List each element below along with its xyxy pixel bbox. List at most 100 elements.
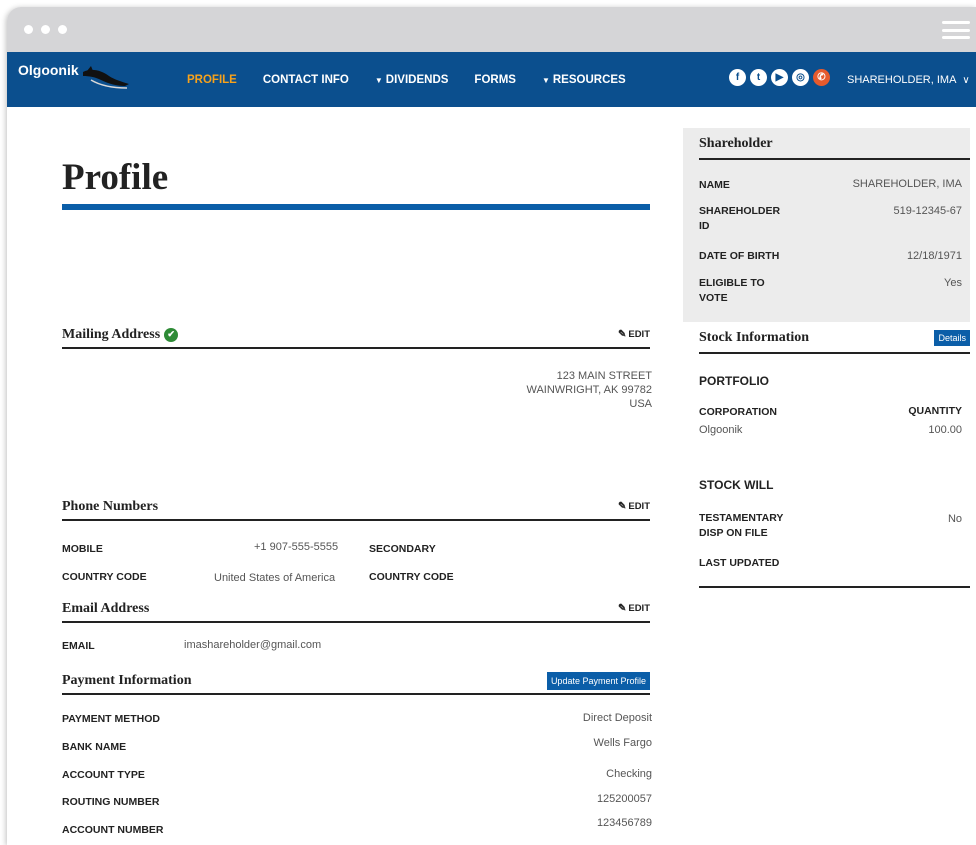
corporation-value: Olgoonik (699, 424, 743, 436)
details-button[interactable]: Details (934, 330, 970, 346)
user-menu[interactable]: SHAREHOLDER, IMA ∨ (847, 74, 970, 86)
shareholder-title: Shareholder (699, 136, 773, 151)
caret-down-icon: ▼ (541, 76, 550, 85)
edit-icon: ✎ (617, 329, 627, 340)
edit-icon: ✎ (617, 603, 627, 614)
address-line-3: USA (629, 398, 652, 410)
country-code-label-2: COUNTRY CODE (369, 571, 454, 583)
caret-down-icon: ▼ (374, 76, 383, 85)
edit-icon: ✎ (617, 501, 627, 512)
browser-window: Olgoonik PROFILE CONTACT INFO ▼ DIVIDENDS… (7, 7, 976, 845)
quantity-value: 100.00 (928, 424, 962, 436)
shareholder-id-label-line1: SHAREHOLDER (699, 205, 781, 217)
edit-mailing-button[interactable]: ✎ EDIT (618, 329, 650, 340)
chevron-down-icon: ∨ (962, 75, 970, 86)
bank-name-label: BANK NAME (62, 741, 127, 753)
secondary-label: SECONDARY (369, 543, 436, 555)
social-links: f t ▶ ◎ ✆ (729, 69, 830, 86)
instagram-icon[interactable]: ◎ (792, 69, 809, 86)
facebook-icon[interactable]: f (729, 69, 746, 86)
routing-number-label: ROUTING NUMBER (62, 796, 160, 808)
shareholder-id-label-line2: ID (699, 220, 710, 232)
window-controls (24, 25, 67, 34)
nav-contact-info[interactable]: CONTACT INFO (263, 74, 349, 86)
twitter-icon[interactable]: t (750, 69, 767, 86)
maximize-window-dot[interactable] (58, 25, 67, 34)
mailing-address-title-text: Mailing Address (62, 327, 161, 342)
testamentary-label-line1: TESTAMENTARY (699, 512, 784, 524)
verified-check-icon: ✔ (164, 327, 179, 342)
mailing-address-block: 123 MAIN STREET WAINWRIGHT, AK 99782 USA (526, 369, 652, 411)
title-bar (7, 7, 976, 52)
payment-information-header: Payment Information Update Payment Profi… (62, 669, 650, 695)
country-code-value: United States of America (214, 572, 336, 584)
payment-method-label: PAYMENT METHOD (62, 713, 161, 725)
mailing-address-title: Mailing Address ✔ (62, 327, 179, 343)
nav-dividends[interactable]: ▼ DIVIDENDS (375, 74, 449, 86)
quantity-label: QUANTITY (908, 405, 962, 417)
stock-information-header: Stock Information Details (699, 324, 970, 354)
name-value: SHAREHOLDER, IMA (852, 178, 962, 190)
edit-email-label: EDIT (628, 603, 650, 614)
stock-will-heading: STOCK WILL (699, 478, 774, 492)
corporation-label: CORPORATION (699, 406, 777, 418)
title-rule (62, 204, 650, 210)
minimize-window-dot[interactable] (41, 25, 50, 34)
nav-resources[interactable]: ▼ RESOURCES (542, 74, 626, 86)
youtube-icon[interactable]: ▶ (771, 69, 788, 86)
account-number-value: 123456789 (596, 817, 652, 829)
payment-method-value: Direct Deposit (582, 712, 652, 724)
eligible-to-vote-value: Yes (944, 277, 962, 289)
nav-resources-label: RESOURCES (552, 74, 626, 86)
eligible-to-vote-label-line1: ELIGIBLE TO (699, 277, 765, 289)
edit-phones-button[interactable]: ✎ EDIT (618, 501, 650, 512)
shareholder-id-value: 519-12345-67 (893, 205, 962, 217)
account-number-label: ACCOUNT NUMBER (62, 824, 164, 836)
page-title: Profile (62, 157, 169, 198)
brand-name: Olgoonik (18, 62, 79, 78)
email-label: EMAIL (62, 640, 95, 652)
phone-numbers-header: Phone Numbers ✎ EDIT (62, 495, 650, 521)
testamentary-label-line2: DISP ON FILE (699, 527, 768, 539)
nav-dividends-label: DIVIDENDS (385, 74, 449, 86)
nav-forms[interactable]: FORMS (474, 74, 516, 86)
routing-number-value: 125200057 (596, 793, 652, 805)
address-line-2: WAINWRIGHT, AK 99782 (526, 384, 652, 396)
mobile-value: +1 907-555-5555 (254, 541, 339, 553)
mobile-label: MOBILE (62, 543, 103, 555)
name-label: NAME (699, 179, 730, 191)
portfolio-heading: PORTFOLIO (699, 374, 769, 388)
testamentary-value: No (947, 513, 962, 525)
phone-icon[interactable]: ✆ (813, 69, 830, 86)
payment-information-title: Payment Information (62, 673, 192, 688)
dob-label: DATE OF BIRTH (699, 250, 780, 262)
edit-mailing-label: EDIT (628, 329, 650, 340)
country-code-label: COUNTRY CODE (62, 571, 147, 583)
account-type-label: ACCOUNT TYPE (62, 769, 145, 781)
eligible-to-vote-label: ELIGIBLE TO VOTE (699, 276, 765, 306)
testamentary-label: TESTAMENTARY DISP ON FILE (699, 511, 783, 541)
top-navbar: Olgoonik PROFILE CONTACT INFO ▼ DIVIDENDS… (7, 52, 976, 107)
address-line-1: 123 MAIN STREET (556, 370, 652, 382)
hamburger-menu-icon[interactable] (942, 21, 970, 39)
stock-information-title: Stock Information (699, 330, 810, 345)
mailing-address-header: Mailing Address ✔ ✎ EDIT (62, 323, 650, 349)
dob-value: 12/18/1971 (906, 250, 962, 262)
email-address-title: Email Address (62, 601, 150, 616)
bank-name-value: Wells Fargo (593, 737, 652, 749)
nav-profile[interactable]: PROFILE (187, 74, 237, 86)
edit-email-button[interactable]: ✎ EDIT (618, 603, 650, 614)
eligible-to-vote-label-line2: VOTE (699, 292, 728, 304)
email-value: imashareholder@gmail.com (184, 639, 322, 651)
edit-phones-label: EDIT (628, 501, 650, 512)
main-nav: PROFILE CONTACT INFO ▼ DIVIDENDS FORMS ▼ R… (187, 74, 652, 86)
brand-logo[interactable]: Olgoonik (18, 62, 131, 90)
phone-numbers-title: Phone Numbers (62, 499, 159, 514)
account-type-value: Checking (606, 768, 652, 780)
close-window-dot[interactable] (24, 25, 33, 34)
whale-logo-icon (82, 66, 129, 89)
update-payment-profile-button[interactable]: Update Payment Profile (546, 672, 650, 690)
shareholder-header: Shareholder (699, 128, 970, 160)
user-name: SHAREHOLDER, IMA (847, 74, 957, 86)
shareholder-id-label: SHAREHOLDER ID (699, 204, 780, 234)
